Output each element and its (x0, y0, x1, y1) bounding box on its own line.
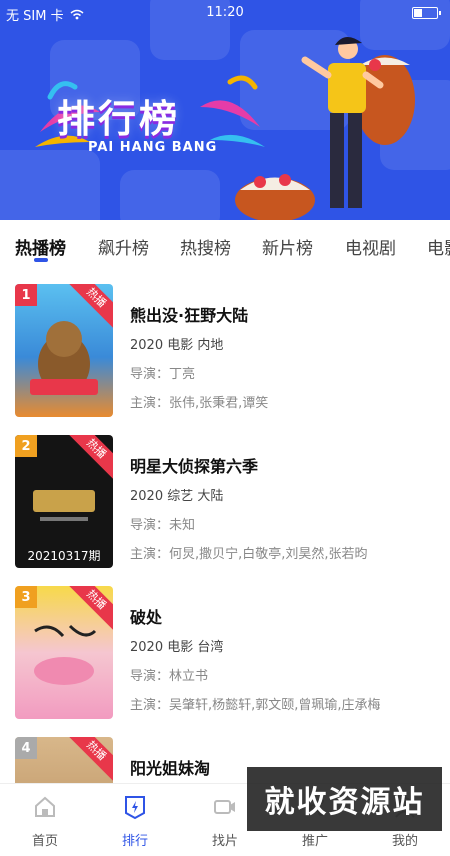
banner-subtitle: PAI HANG BANG (88, 140, 218, 155)
item-director: 导演：丁亮 (130, 367, 196, 382)
nav-profile-label: 我的 (391, 834, 418, 849)
rank-badge: 1 (15, 284, 37, 306)
active-tab-indicator (34, 258, 48, 262)
tab-tv-series[interactable]: 电视剧 (345, 234, 396, 259)
list-item[interactable]: 1 热播 熊出没·狂野大陆 2020 电影 内地 导演：丁亮 主演：张伟,张秉君… (0, 284, 450, 422)
nav-home-label: 首页 (31, 834, 58, 849)
episode-label: 20210317期 (27, 549, 101, 563)
poster-image[interactable]: 2 热播 20210317期 (15, 435, 113, 568)
banner: 无 SIM 卡 11:20 排行榜 PAI HANG BANG (0, 0, 450, 220)
nav-find[interactable]: 找片 (195, 794, 255, 849)
item-meta: 2020 综艺 大陆 (130, 489, 224, 504)
list-item[interactable]: 3 热播 破处 2020 电影 台湾 导演：林立书 主演：吴肇轩,杨懿轩,郭文颐… (0, 586, 450, 724)
poster-image[interactable]: 3 热播 (15, 586, 113, 719)
tab-movie[interactable]: 电影 (427, 234, 450, 259)
item-title[interactable]: 明星大侦探第六季 (130, 453, 440, 477)
poster-image[interactable]: 1 热播 (15, 284, 113, 417)
item-director: 导演：林立书 (130, 669, 209, 684)
watermark-overlay: 就收资源站 (247, 767, 442, 831)
nav-find-label: 找片 (211, 834, 238, 849)
battery-icon (412, 7, 441, 19)
character-illustration (235, 36, 415, 220)
rank-badge: 4 (15, 737, 37, 759)
tab-hot[interactable]: 热播榜 (15, 234, 66, 259)
ranking-tabs: 热播榜 飙升榜 热搜榜 新片榜 电视剧 电影 (0, 220, 450, 270)
item-title[interactable]: 破处 (130, 604, 440, 628)
clock: 11:20 (206, 5, 244, 20)
rank-badge: 3 (15, 586, 37, 608)
nav-ranking[interactable]: 排行 (105, 794, 165, 849)
rank-badge: 2 (15, 435, 37, 457)
list-item[interactable]: 2 热播 20210317期 明星大侦探第六季 2020 综艺 大陆 导演：未知… (0, 435, 450, 573)
item-cast: 主演：张伟,张秉君,谭笑 (130, 396, 269, 411)
tab-new[interactable]: 新片榜 (262, 234, 313, 259)
item-title[interactable]: 熊出没·狂野大陆 (130, 302, 440, 326)
nav-home[interactable]: 首页 (15, 794, 75, 849)
item-meta: 2020 电影 内地 (130, 338, 224, 353)
video-camera-icon (214, 800, 235, 814)
hot-ribbon: 热播 (64, 737, 113, 783)
item-director: 导演：未知 (130, 518, 196, 533)
status-bar: 无 SIM 卡 11:20 (0, 0, 450, 26)
tab-hot-search[interactable]: 热搜榜 (180, 234, 231, 259)
item-meta: 2020 电影 台湾 (130, 640, 224, 655)
banner-title: 排行榜 (57, 97, 181, 141)
ranking-icon (125, 796, 145, 820)
tab-rising[interactable]: 飙升榜 (98, 234, 149, 259)
nav-ranking-label: 排行 (121, 834, 148, 849)
item-cast: 主演：何炅,撒贝宁,白敬亭,刘昊然,张若昀 (130, 547, 368, 562)
item-cast: 主演：吴肇轩,杨懿轩,郭文颐,曾珮瑜,庄承梅 (130, 698, 381, 713)
home-icon (35, 796, 55, 817)
nav-promote-label: 推广 (301, 834, 328, 849)
